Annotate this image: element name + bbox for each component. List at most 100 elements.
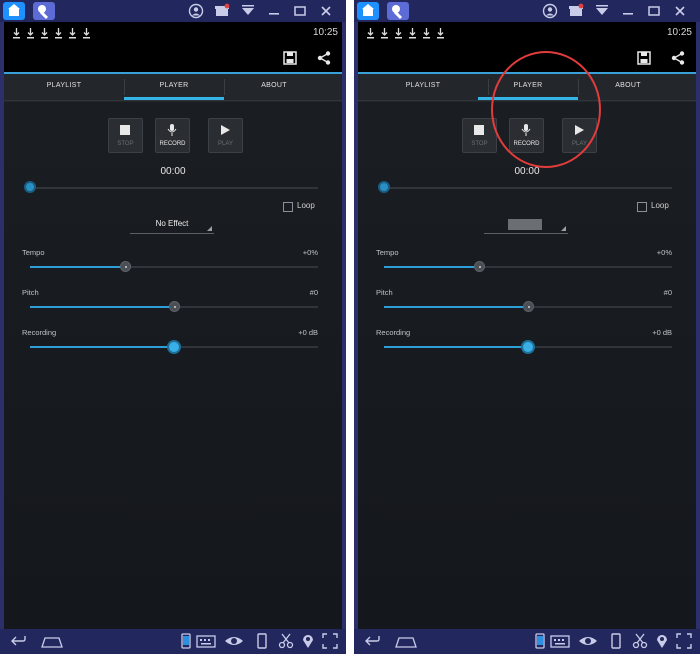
loop-checkbox[interactable] (637, 202, 647, 212)
status-clock: 10:25 (312, 27, 338, 38)
tempo-label: Tempo (22, 248, 45, 257)
phone-screen: 10:25 PLAYLIST PLAYER ABOUT STOP RECORD (4, 22, 342, 629)
eye-icon[interactable] (578, 633, 598, 649)
eye-icon[interactable] (224, 633, 244, 649)
phone-icon[interactable] (532, 633, 548, 649)
recording-value: +0 dB (652, 328, 672, 337)
fullscreen-icon[interactable] (676, 633, 692, 649)
account-icon[interactable] (188, 3, 204, 19)
recording-value: +0 dB (298, 328, 318, 337)
app-icon[interactable] (387, 2, 409, 20)
phone-icon[interactable] (178, 633, 194, 649)
notification-icon[interactable] (214, 3, 230, 19)
emulator-titlebar (354, 0, 700, 22)
pitch-thumb[interactable] (522, 301, 534, 312)
save-icon[interactable] (282, 50, 298, 66)
back-icon[interactable] (364, 633, 380, 649)
tempo-fill (384, 266, 480, 268)
back-icon[interactable] (10, 633, 26, 649)
annotation-circle-highlight (491, 51, 601, 168)
tab-bar-divider (4, 100, 342, 101)
recording-label: Recording (376, 328, 411, 337)
notification-icon[interactable] (568, 3, 584, 19)
scissors-icon[interactable] (632, 633, 648, 649)
status-bar: 10:25 (4, 22, 342, 44)
emulator-navbar (354, 629, 700, 654)
download-icon (380, 26, 389, 39)
home-icon[interactable] (3, 2, 25, 20)
seek-track[interactable] (384, 187, 672, 189)
seek-thumb[interactable] (378, 181, 390, 193)
play-button[interactable]: PLAY (208, 118, 243, 153)
home-nav-icon[interactable] (40, 633, 64, 649)
tab-playlist[interactable]: PLAYLIST (358, 74, 488, 100)
location-icon[interactable] (300, 633, 316, 649)
emulator-window-left: 10:25 PLAYLIST PLAYER ABOUT STOP RECORD (0, 0, 346, 654)
pitch-thumb[interactable] (168, 301, 180, 312)
effect-spinner-obscured-value (508, 219, 542, 230)
home-icon[interactable] (357, 2, 379, 20)
location-icon[interactable] (654, 633, 670, 649)
wifi-icon[interactable] (594, 3, 610, 19)
download-icon (40, 26, 49, 39)
download-icon (26, 26, 35, 39)
emulator-titlebar (0, 0, 346, 22)
playback-time: 00:00 (514, 166, 540, 177)
minimize-icon[interactable] (266, 3, 282, 19)
record-button[interactable]: RECORD (155, 118, 190, 153)
effect-spinner[interactable] (484, 217, 568, 234)
recording-thumb[interactable] (167, 340, 181, 354)
stop-button-label: STOP (117, 141, 134, 147)
effect-spinner[interactable]: No Effect (130, 217, 214, 234)
recording-thumb[interactable] (521, 340, 535, 354)
pitch-value: #0 (309, 288, 318, 297)
seek-track[interactable] (30, 187, 318, 189)
status-clock: 10:25 (666, 27, 692, 38)
recording-fill (384, 346, 528, 348)
seek-thumb[interactable] (24, 181, 36, 193)
rotate-icon[interactable] (254, 633, 270, 649)
maximize-icon[interactable] (646, 3, 662, 19)
close-icon[interactable] (318, 3, 334, 19)
minimize-icon[interactable] (620, 3, 636, 19)
spinner-arrow-icon (207, 226, 212, 231)
tempo-label: Tempo (376, 248, 399, 257)
tempo-fill (30, 266, 126, 268)
keyboard-icon[interactable] (550, 633, 570, 649)
playback-time: 00:00 (160, 166, 186, 177)
rotate-icon[interactable] (608, 633, 624, 649)
play-icon (221, 125, 230, 135)
tempo-thumb[interactable] (473, 261, 485, 272)
share-icon[interactable] (316, 50, 332, 66)
wifi-icon[interactable] (240, 3, 256, 19)
tab-playlist[interactable]: PLAYLIST (4, 74, 124, 100)
loop-label: Loop (297, 201, 315, 210)
loop-checkbox[interactable] (283, 202, 293, 212)
action-bar (4, 44, 342, 72)
fullscreen-icon[interactable] (322, 633, 338, 649)
scissors-icon[interactable] (278, 633, 294, 649)
tab-about[interactable]: ABOUT (224, 74, 324, 100)
stop-button[interactable]: STOP (108, 118, 143, 153)
share-icon[interactable] (670, 50, 686, 66)
recording-label: Recording (22, 328, 57, 337)
tempo-value: +0% (302, 248, 318, 257)
pitch-fill (384, 306, 528, 308)
close-icon[interactable] (672, 3, 688, 19)
download-icon (366, 26, 375, 39)
app-icon[interactable] (33, 2, 55, 20)
download-notifications (12, 26, 91, 39)
save-icon[interactable] (636, 50, 652, 66)
pitch-value: #0 (663, 288, 672, 297)
tab-player[interactable]: PLAYER (124, 74, 224, 100)
keyboard-icon[interactable] (196, 633, 216, 649)
download-icon (436, 26, 445, 39)
home-nav-icon[interactable] (394, 633, 418, 649)
account-icon[interactable] (542, 3, 558, 19)
download-icon (12, 26, 21, 39)
maximize-icon[interactable] (292, 3, 308, 19)
spinner-arrow-icon (561, 226, 566, 231)
tempo-thumb[interactable] (119, 261, 131, 272)
loop-label: Loop (651, 201, 669, 210)
status-bar: 10:25 (358, 22, 696, 44)
